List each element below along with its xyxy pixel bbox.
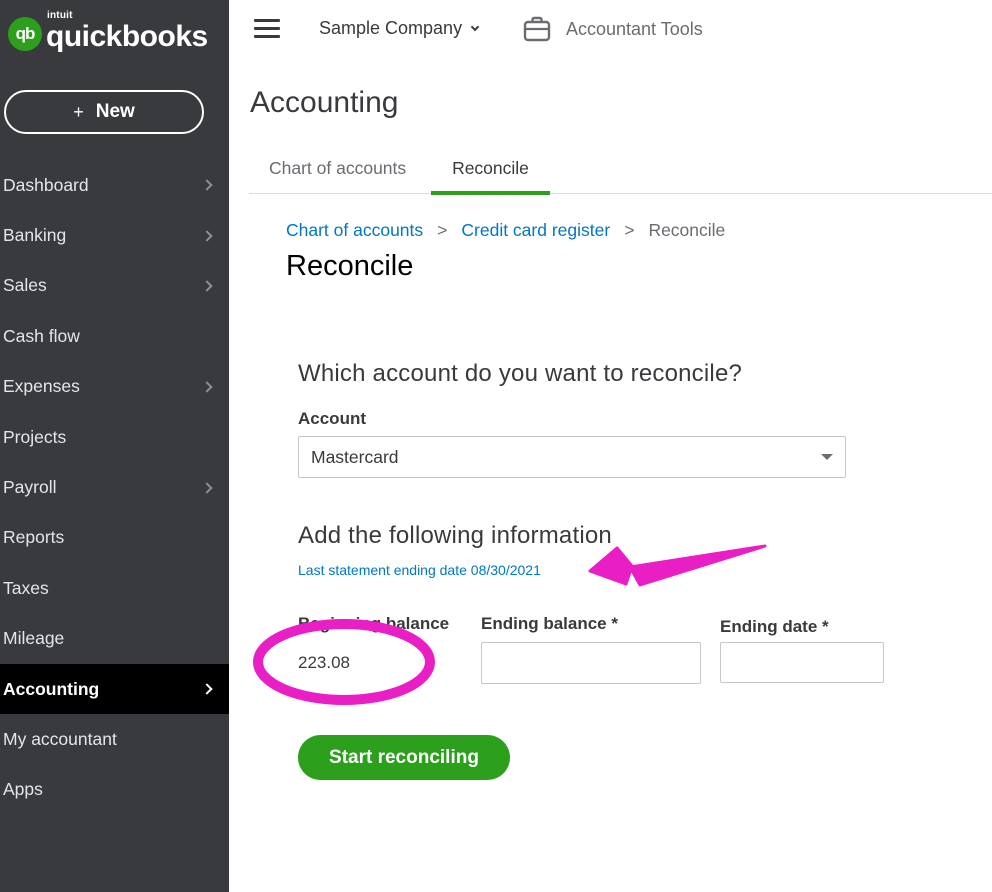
qb-logo-icon: qb bbox=[8, 17, 42, 51]
sidebar-item-sales[interactable]: Sales bbox=[0, 261, 229, 311]
tab-chart-of-accounts[interactable]: Chart of accounts bbox=[269, 158, 406, 194]
sidebar-item-payroll[interactable]: Payroll bbox=[0, 462, 229, 512]
breadcrumb-separator: > bbox=[437, 220, 448, 240]
sidebar-item-reports[interactable]: Reports bbox=[0, 513, 229, 563]
sidebar-item-label: Apps bbox=[3, 779, 43, 800]
sidebar-item-dashboard[interactable]: Dashboard bbox=[0, 160, 229, 210]
chevron-right-icon bbox=[201, 280, 213, 292]
account-question: Which account do you want to reconcile? bbox=[298, 360, 743, 387]
sidebar-item-mileage[interactable]: Mileage bbox=[0, 614, 229, 664]
dropdown-arrow-icon bbox=[821, 454, 833, 460]
beginning-balance-label: Beginning balance bbox=[298, 614, 450, 633]
sidebar-item-projects[interactable]: Projects bbox=[0, 412, 229, 462]
accountant-tools-button[interactable]: Accountant Tools bbox=[522, 14, 703, 44]
chevron-right-icon bbox=[201, 229, 213, 242]
sidebar-item-label: Dashboard bbox=[3, 174, 89, 195]
logo-wordmark: quickbooks bbox=[46, 20, 208, 53]
chevron-right-icon bbox=[201, 381, 213, 393]
chevron-right-icon bbox=[201, 683, 213, 695]
tab-reconcile[interactable]: Reconcile bbox=[431, 158, 550, 195]
sidebar-item-label: Accounting bbox=[3, 678, 100, 699]
company-selector[interactable]: Sample Company bbox=[319, 18, 480, 39]
last-statement-link[interactable]: Last statement ending date 08/30/2021 bbox=[298, 562, 541, 578]
ending-date-input[interactable] bbox=[720, 642, 884, 683]
quickbooks-logo[interactable]: qb intuit quickbooks bbox=[8, 10, 208, 54]
sidebar-item-label: Payroll bbox=[3, 477, 57, 498]
ending-balance-input[interactable] bbox=[481, 642, 701, 684]
sidebar-item-label: My accountant bbox=[3, 728, 117, 749]
beginning-balance-value: 223.08 bbox=[298, 653, 350, 672]
sidebar-item-taxes[interactable]: Taxes bbox=[0, 563, 229, 613]
new-button-label: New bbox=[95, 101, 135, 122]
logo-text: intuit quickbooks bbox=[46, 10, 208, 54]
company-name: Sample Company bbox=[319, 18, 463, 38]
start-reconciling-button[interactable]: Start reconciling bbox=[298, 735, 510, 780]
sidebar-item-banking[interactable]: Banking bbox=[0, 210, 229, 260]
account-select[interactable]: Mastercard bbox=[298, 436, 846, 478]
annotation-arrow-icon bbox=[588, 544, 767, 587]
breadcrumb-separator: > bbox=[624, 220, 635, 240]
ending-date-label: Ending date * bbox=[720, 617, 829, 636]
account-label: Account bbox=[298, 409, 366, 428]
briefcase-icon bbox=[523, 16, 551, 42]
breadcrumb-current: Reconcile bbox=[648, 220, 726, 240]
tab-bar: Chart of accounts Reconcile bbox=[249, 150, 992, 195]
sidebar-item-label: Projects bbox=[3, 426, 67, 447]
breadcrumb-credit-card-register[interactable]: Credit card register bbox=[461, 220, 610, 241]
reconcile-title: Reconcile bbox=[286, 250, 414, 282]
breadcrumb-chart-of-accounts[interactable]: Chart of accounts bbox=[286, 220, 423, 241]
sidebar-item-label: Cash flow bbox=[3, 325, 80, 346]
sidebar-item-expenses[interactable]: Expenses bbox=[0, 362, 229, 412]
sidebar-item-accounting[interactable]: Accounting bbox=[0, 663, 229, 715]
sidebar-item-my-accountant[interactable]: My accountant bbox=[0, 714, 229, 764]
sidebar-nav: Dashboard Banking Sales Cash flow Expens… bbox=[0, 160, 229, 815]
sidebar-item-label: Taxes bbox=[3, 577, 49, 598]
logo-intuit-text: intuit bbox=[47, 10, 73, 21]
sidebar-item-apps[interactable]: Apps bbox=[0, 765, 229, 815]
hamburger-menu-icon[interactable] bbox=[254, 19, 280, 39]
sidebar-item-label: Reports bbox=[3, 527, 65, 548]
account-select-value: Mastercard bbox=[311, 446, 399, 467]
chevron-right-icon bbox=[201, 179, 213, 191]
sidebar-item-label: Sales bbox=[3, 275, 47, 296]
sidebar: qb intuit quickbooks + New Dashboard Ban… bbox=[0, 0, 229, 892]
sidebar-item-label: Mileage bbox=[3, 628, 65, 649]
breadcrumb: Chart of accounts > Credit card register… bbox=[286, 220, 725, 241]
sidebar-item-cash-flow[interactable]: Cash flow bbox=[0, 311, 229, 361]
plus-icon: + bbox=[73, 101, 84, 122]
ending-balance-label: Ending balance * bbox=[481, 614, 618, 633]
sidebar-item-label: Banking bbox=[3, 225, 67, 246]
new-button[interactable]: + New bbox=[4, 90, 204, 134]
chevron-down-icon bbox=[470, 22, 480, 31]
chevron-right-icon bbox=[201, 481, 213, 494]
page-title: Accounting bbox=[250, 86, 399, 119]
add-info-heading: Add the following information bbox=[298, 522, 612, 549]
accountant-tools-label: Accountant Tools bbox=[566, 18, 703, 39]
sidebar-item-label: Expenses bbox=[3, 376, 80, 397]
